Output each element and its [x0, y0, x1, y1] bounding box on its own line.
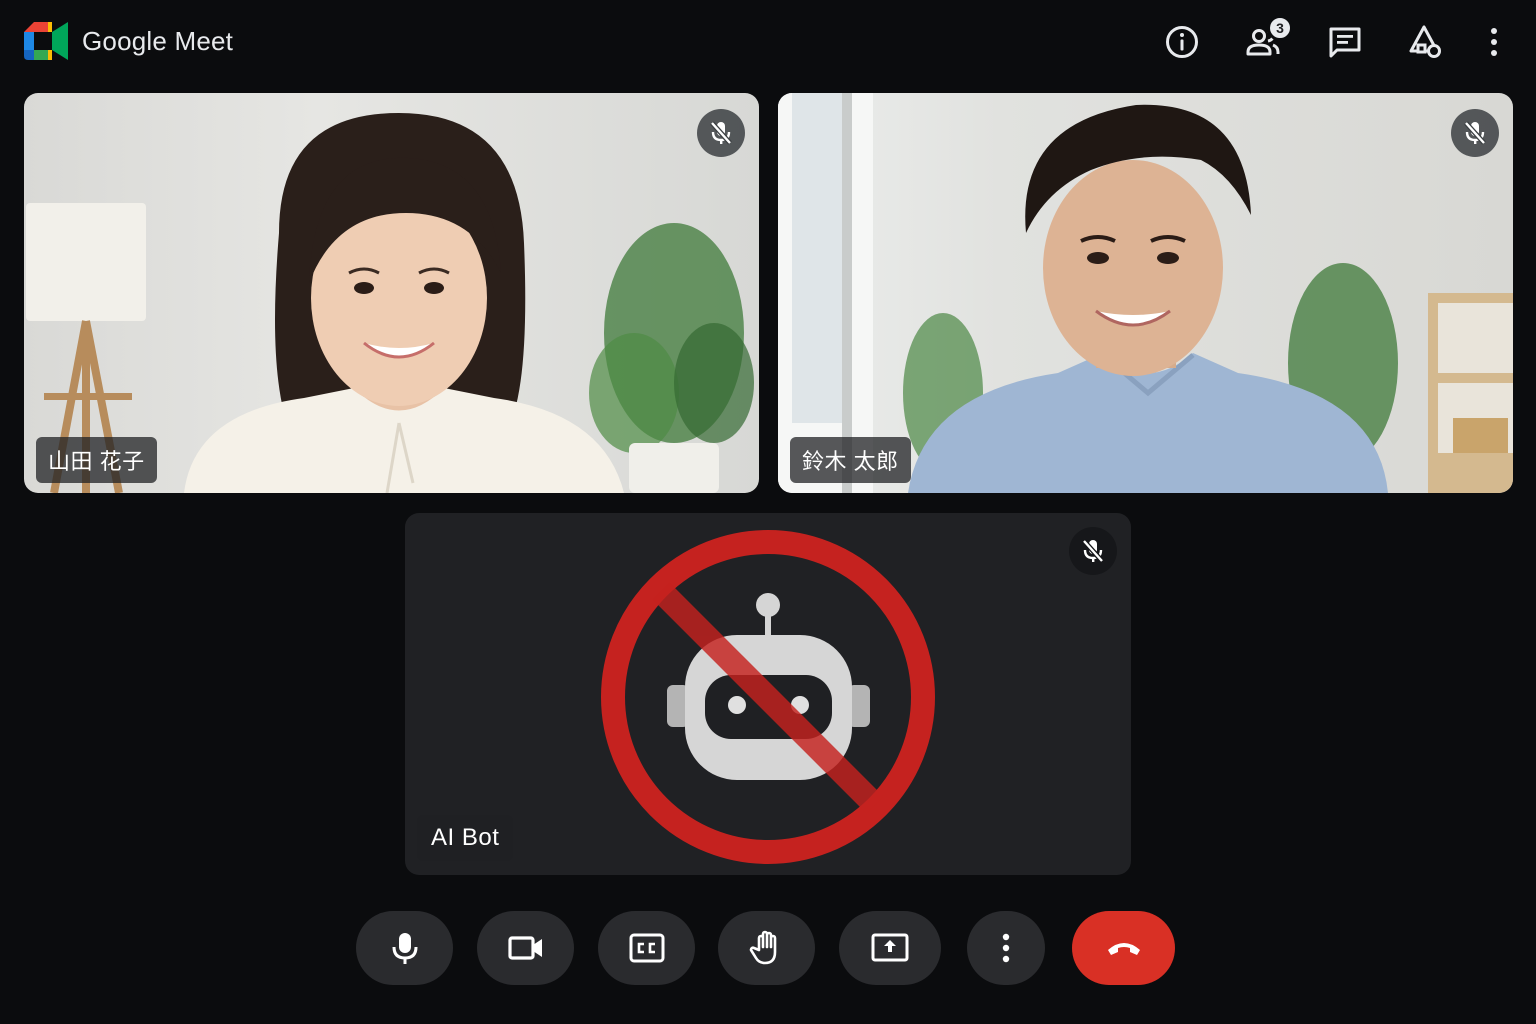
meet-window: Google Meet 3 山田 花子 鈴木 太郎 AI Bot: [0, 0, 1536, 1024]
mic-icon: [392, 933, 417, 964]
chat-icon: [1329, 27, 1361, 58]
prohibited-icon: [601, 530, 935, 864]
more-options-button[interactable]: [1474, 22, 1514, 62]
blocked-bot-avatar: [601, 530, 935, 864]
participant-tile-1[interactable]: 山田 花子: [24, 93, 759, 493]
present-screen-button[interactable]: [839, 911, 941, 985]
participant-name: 鈴木 太郎: [790, 437, 911, 483]
more-options-control[interactable]: [967, 911, 1045, 985]
participant-name: AI Bot: [417, 815, 514, 861]
end-call-icon: [1107, 943, 1140, 955]
raise-hand-button[interactable]: [718, 911, 815, 985]
activities-icon: [1409, 25, 1441, 58]
top-bar: Google Meet 3: [0, 0, 1536, 84]
mic-off-icon: [1082, 539, 1104, 563]
video-feed-man: [778, 93, 1513, 493]
mic-off-indicator: [1451, 109, 1499, 157]
mic-off-indicator: [697, 109, 745, 157]
mic-toggle-button[interactable]: [356, 911, 453, 985]
info-icon: [1166, 26, 1198, 58]
camera-toggle-button[interactable]: [477, 911, 574, 985]
captions-button[interactable]: [598, 911, 695, 985]
mic-off-icon: [1464, 121, 1486, 145]
participant-name: 山田 花子: [36, 437, 157, 483]
app-title: Google Meet: [82, 25, 234, 56]
activities-button[interactable]: [1405, 22, 1445, 62]
meet-logo-icon: [24, 22, 68, 60]
end-call-button[interactable]: [1072, 911, 1175, 985]
camera-icon: [507, 936, 542, 960]
present-icon: [871, 933, 909, 962]
participant-tile-ai-bot[interactable]: AI Bot: [405, 513, 1131, 875]
brand: Google Meet: [24, 22, 233, 60]
mic-off-icon: [710, 121, 732, 145]
more-vert-icon: [1491, 28, 1497, 56]
video-feed-woman: [26, 113, 754, 493]
participant-tile-2[interactable]: 鈴木 太郎: [778, 93, 1513, 493]
chat-button[interactable]: [1325, 22, 1365, 62]
people-button[interactable]: 3: [1243, 15, 1293, 62]
mic-off-indicator: [1069, 527, 1117, 575]
info-button[interactable]: [1162, 22, 1202, 62]
more-vert-icon: [1002, 933, 1010, 963]
participants-badge: 3: [1267, 15, 1293, 41]
raise-hand-icon: [749, 930, 776, 965]
captions-icon: [629, 933, 664, 963]
